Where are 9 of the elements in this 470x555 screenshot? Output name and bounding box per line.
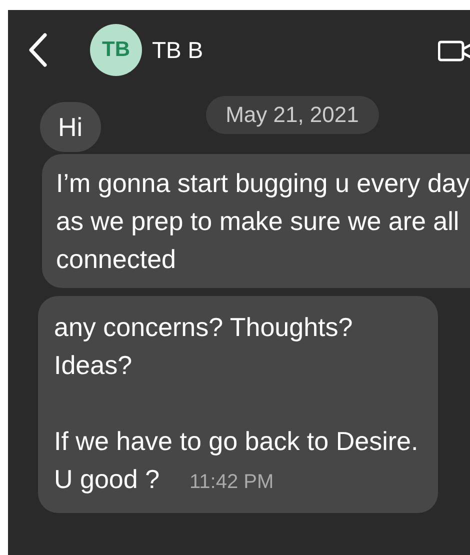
message-bubble: I’m gonna start bugging u every day as we prep to make sure we are all connected [42,154,470,288]
message-bubble: any concerns? Thoughts? Ideas? If we have to go back to Desire. U good ? 11:42 PM [38,296,438,513]
back-icon[interactable] [28,33,48,67]
contact-name: TB B [152,36,204,64]
message-bubble: Hi [40,102,101,152]
video-camera-icon[interactable] [438,39,470,63]
avatar-initials: TB [90,24,142,76]
date-label: May 21, 2021 [206,96,379,134]
message-time: 11:42 PM [190,471,274,493]
